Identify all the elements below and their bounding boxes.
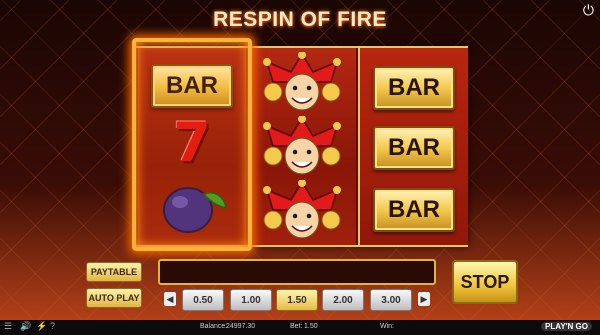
bet-decrease-icon[interactable]: ◀ [164,292,176,306]
status-bar: ☰ 🔊 ⚡ ? Balance: 24997.30 Bet: 1.50 Win:… [0,320,600,335]
autoplay-button[interactable]: AUTO PLAY [86,288,142,308]
win-label: Win: [380,323,394,330]
turbo-icon[interactable]: ⚡ [36,321,47,332]
paytable-button[interactable]: PAYTABLE [86,262,142,282]
bet-increase-icon[interactable]: ▶ [418,292,430,306]
jester-symbol [259,179,345,240]
bet-option[interactable]: 3.00 [370,289,412,311]
brand-logo: PLAY'N GO [541,322,592,331]
bet-value: 1.50 [304,323,318,330]
balance-label: Balance: [200,323,228,330]
message-bar [158,259,436,285]
bar-symbol: BAR [373,66,455,110]
reel-2 [248,48,356,245]
reel-3: BAR BAR BAR [358,48,468,245]
sound-icon[interactable]: 🔊 [20,321,31,332]
power-icon[interactable]: ⏻ [583,2,594,19]
menu-icon[interactable]: ☰ [4,321,12,332]
stop-button[interactable]: STOP [452,260,518,304]
bet-label: Bet: [290,323,303,330]
balance-value: 24997.30 [226,323,256,330]
fire-frame-highlight [132,38,252,251]
jester-symbol [259,51,345,112]
bet-option[interactable]: 0.50 [182,289,224,311]
game-title: RESPIN OF FIRE [213,8,387,31]
bet-option[interactable]: 2.00 [322,289,364,311]
bar-symbol: BAR [373,188,455,232]
jester-symbol [259,115,345,176]
bet-option-selected[interactable]: 1.50 [276,289,318,311]
bet-option[interactable]: 1.00 [230,289,272,311]
bar-symbol: BAR [373,126,455,170]
help-icon[interactable]: ? [50,321,55,331]
